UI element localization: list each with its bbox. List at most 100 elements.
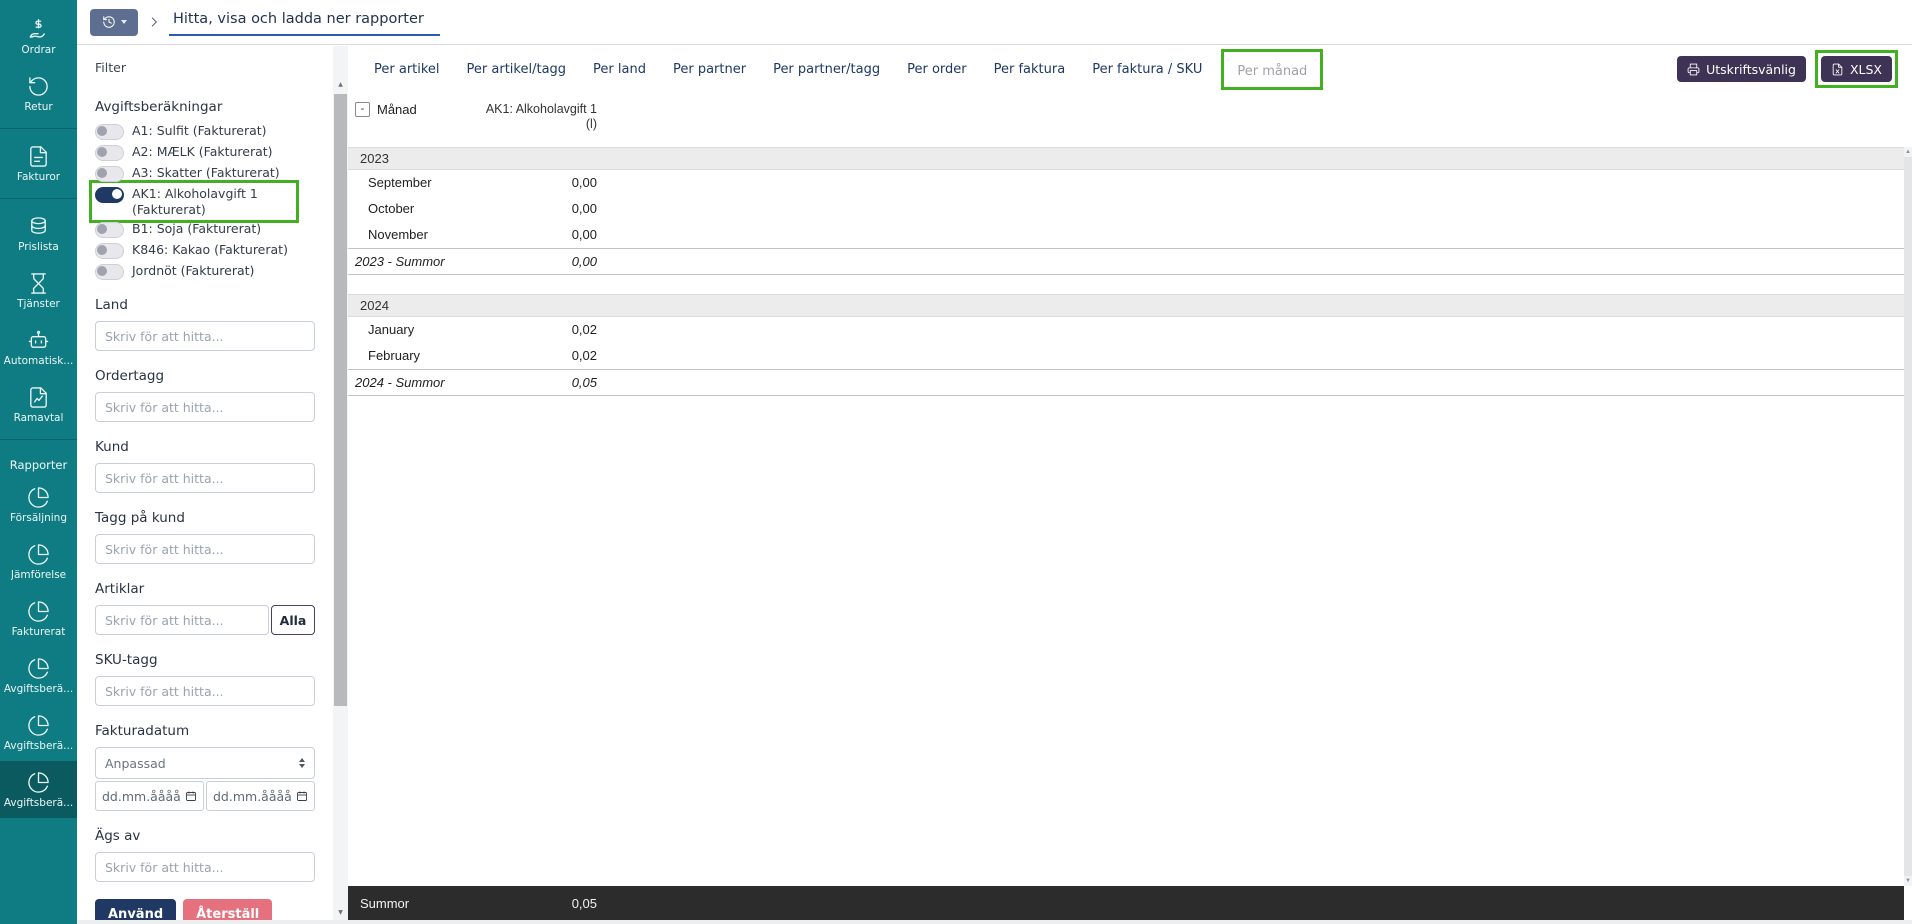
pie-chart-icon bbox=[28, 600, 49, 622]
tab-per-artikel-tagg[interactable]: Per artikel/tagg bbox=[467, 62, 567, 77]
sidebar-item-fakturor[interactable]: Fakturor bbox=[0, 135, 77, 192]
sidebar-item-label: Prislista bbox=[18, 240, 59, 253]
app-screen: Ordrar Retur Fakturor Prislista Tjänster… bbox=[0, 0, 1912, 924]
scroll-down-icon[interactable]: ▼ bbox=[333, 910, 348, 916]
toggle-label: K846: Kakao (Fakturerat) bbox=[132, 242, 288, 258]
sidebar-item-label: Avgiftsberä... bbox=[3, 739, 74, 752]
reset-button[interactable]: Återställ bbox=[183, 899, 273, 920]
scroll-down-icon[interactable]: ▼ bbox=[1905, 878, 1911, 884]
sidebar-item-label: Jämförelse bbox=[10, 568, 67, 581]
report-tabs: Per artikel Per artikel/tagg Per land Pe… bbox=[374, 48, 1677, 90]
sidebar-item-jamforelse[interactable]: Jämförelse bbox=[0, 533, 77, 590]
caret-down-icon bbox=[120, 20, 127, 24]
scrollbar-thumb[interactable] bbox=[1904, 157, 1912, 876]
scroll-up-icon[interactable]: ▲ bbox=[1905, 149, 1911, 155]
tab-per-order[interactable]: Per order bbox=[907, 62, 967, 77]
sidebar-divider bbox=[0, 128, 77, 129]
tagg-pa-kund-label: Tagg på kund bbox=[95, 510, 185, 527]
pie-chart-icon bbox=[28, 714, 49, 736]
ordertagg-input[interactable] bbox=[95, 392, 315, 423]
scrollbar-thumb[interactable] bbox=[334, 94, 347, 706]
sidebar-item-fakturerat[interactable]: Fakturerat bbox=[0, 590, 77, 647]
ags-av-input[interactable] bbox=[95, 852, 315, 883]
date-placeholder: dd.mm.åååå bbox=[102, 788, 181, 804]
collapse-toggle-button[interactable]: - bbox=[355, 102, 370, 117]
toggle-label: B1: Soja (Fakturerat) bbox=[132, 221, 262, 237]
print-friendly-button[interactable]: Utskriftsvänlig bbox=[1677, 56, 1806, 82]
sidebar-item-tjanster[interactable]: Tjänster bbox=[0, 262, 77, 319]
toggle-switch[interactable] bbox=[95, 222, 124, 239]
sidebar-divider bbox=[0, 198, 77, 199]
xlsx-button[interactable]: XLSX bbox=[1820, 56, 1892, 82]
sidebar-item-label: Avgiftsberä... bbox=[3, 796, 74, 809]
tab-per-faktura[interactable]: Per faktura bbox=[994, 62, 1066, 77]
toggle-label: AK1: Alkoholavgift 1 (Fakturerat) bbox=[132, 186, 258, 217]
ags-av-label: Ägs av bbox=[95, 828, 141, 845]
sidebar-item-automatisk[interactable]: Automatisk... bbox=[0, 319, 77, 376]
filter-scrollbar[interactable]: ▲ ▼ bbox=[333, 46, 348, 924]
toggle-knob bbox=[97, 245, 107, 256]
toggle-row-a1: A1: Sulfit (Fakturerat) bbox=[95, 123, 315, 140]
breadcrumb[interactable]: Hitta, visa och ladda ner rapporter bbox=[169, 8, 440, 36]
hand-dollar-icon bbox=[29, 18, 45, 38]
breadcrumb-chevron-icon bbox=[147, 15, 161, 29]
artiklar-input[interactable] bbox=[95, 605, 269, 636]
sidebar-item-avgiftsberakning-3-active[interactable]: Avgiftsberä... bbox=[0, 761, 77, 818]
toggle-switch[interactable] bbox=[95, 166, 124, 182]
invoice-icon bbox=[30, 145, 47, 167]
land-label: Land bbox=[95, 297, 128, 314]
tab-per-land[interactable]: Per land bbox=[593, 62, 646, 77]
tab-per-partner[interactable]: Per partner bbox=[673, 62, 746, 77]
sku-tagg-input[interactable] bbox=[95, 676, 315, 707]
sidebar-item-avgiftsberakning-2[interactable]: Avgiftsberä... bbox=[0, 704, 77, 761]
tab-per-faktura-sku[interactable]: Per faktura / SKU bbox=[1092, 62, 1202, 77]
filter-title: Filter bbox=[95, 60, 126, 75]
table-row: January 0,02 bbox=[348, 317, 1904, 343]
toggle-switch[interactable] bbox=[95, 145, 124, 161]
toggle-switch[interactable] bbox=[95, 187, 124, 203]
toggle-switch[interactable] bbox=[95, 264, 124, 281]
toggle-switch[interactable] bbox=[95, 124, 124, 140]
toggle-knob bbox=[97, 168, 107, 178]
sidebar-item-label: Ordrar bbox=[21, 43, 56, 56]
kund-input[interactable] bbox=[95, 463, 315, 494]
toggle-row-a2: A2: MÆLK (Fakturerat) bbox=[95, 144, 315, 161]
totals-value: 0,05 bbox=[571, 895, 597, 911]
sidebar-item-ordrar[interactable]: Ordrar bbox=[0, 8, 77, 65]
header-actions: Utskriftsvänlig XLSX bbox=[1677, 50, 1898, 88]
toggle-switch[interactable] bbox=[95, 243, 124, 260]
tab-per-manad-active[interactable]: Per månad bbox=[1237, 64, 1307, 79]
artiklar-row: Alla bbox=[95, 605, 315, 636]
filter-panel: Filter Avgiftsberäkningar A1: Sulfit (Fa… bbox=[77, 46, 333, 920]
totals-footer: Summor 0,05 bbox=[348, 886, 1904, 920]
table-row: September 0,00 bbox=[348, 170, 1904, 196]
highlight-box-per-manad: Per månad bbox=[1221, 48, 1324, 90]
toggle-row-b1: B1: Soja (Fakturerat) bbox=[95, 221, 315, 239]
toggle-row-a3: A3: Skatter (Fakturerat) bbox=[95, 165, 315, 182]
sidebar-item-retur[interactable]: Retur bbox=[0, 65, 77, 122]
toggle-knob bbox=[97, 126, 107, 136]
tab-per-artikel[interactable]: Per artikel bbox=[374, 62, 440, 77]
apply-button[interactable]: Använd bbox=[95, 899, 177, 920]
history-icon bbox=[102, 16, 115, 28]
sidebar-item-avgiftsberakning-1[interactable]: Avgiftsberä... bbox=[0, 647, 77, 704]
land-input[interactable] bbox=[95, 321, 315, 352]
pie-chart-icon bbox=[28, 771, 49, 793]
date-from-input[interactable]: dd.mm.åååå bbox=[95, 781, 204, 812]
alla-button[interactable]: Alla bbox=[271, 605, 315, 636]
sidebar-item-ramavtal[interactable]: Ramavtal bbox=[0, 376, 77, 433]
tagg-pa-kund-input[interactable] bbox=[95, 534, 315, 565]
content-scrollbar[interactable]: ▲ ▼ bbox=[1904, 147, 1912, 886]
date-to-input[interactable]: dd.mm.åååå bbox=[206, 781, 315, 812]
horizontal-scroll-track[interactable] bbox=[77, 920, 1912, 924]
month-column-label: Månad bbox=[377, 102, 417, 117]
table-header: - Månad AK1: Alkoholavgift 1 (l) bbox=[348, 92, 1912, 147]
history-button[interactable] bbox=[90, 8, 138, 36]
date-preset-select[interactable]: Anpassad bbox=[95, 747, 315, 780]
table-row: November 0,00 bbox=[348, 222, 1904, 248]
sidebar-item-forsaljning[interactable]: Försäljning bbox=[0, 476, 77, 533]
sidebar-section-rapporter: Rapporter bbox=[9, 458, 68, 472]
sidebar-item-prislista[interactable]: Prislista bbox=[0, 205, 77, 262]
tab-per-partner-tagg[interactable]: Per partner/tagg bbox=[773, 62, 880, 77]
scroll-up-icon[interactable]: ▲ bbox=[333, 82, 348, 88]
